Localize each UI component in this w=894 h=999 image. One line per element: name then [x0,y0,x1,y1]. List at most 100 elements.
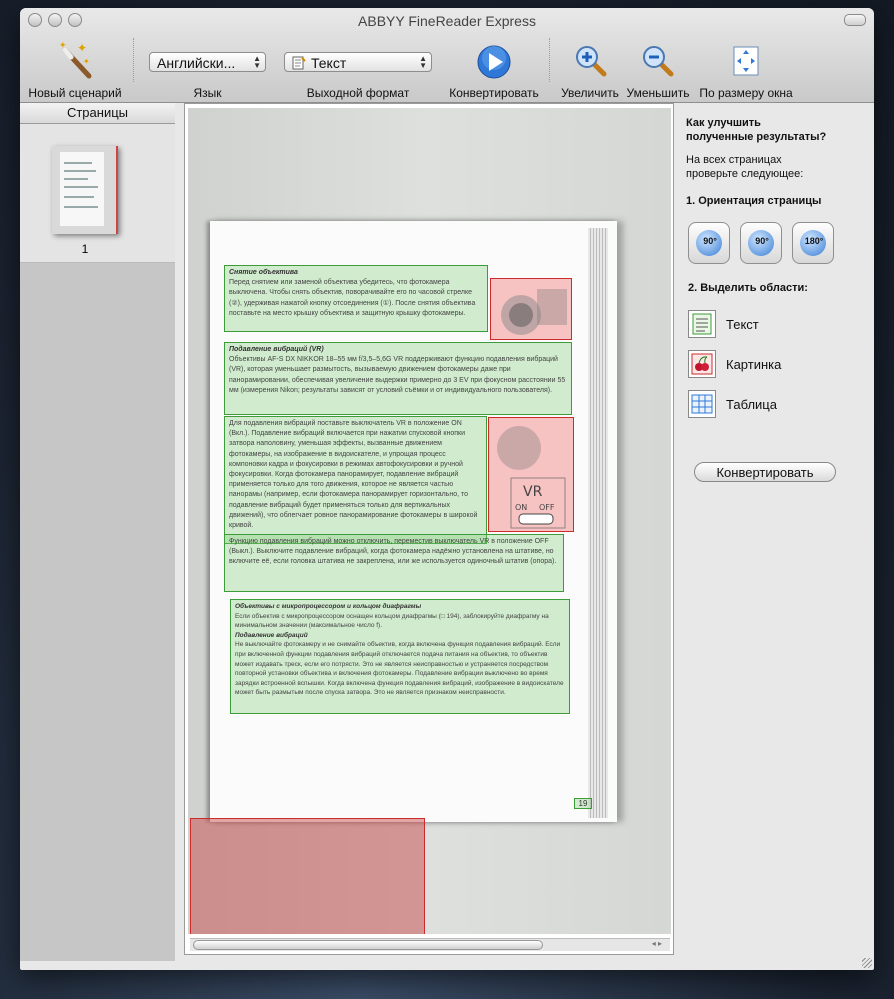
play-icon [477,45,511,79]
language-select[interactable]: Английски... ▲ ▼ [149,52,266,72]
toolbar: ABBYY FineReader Express ✦ ✦ ✦ Новый сце… [20,8,874,103]
rotate-right-button[interactable]: 90° [740,222,782,264]
app-window: ABBYY FineReader Express ✦ ✦ ✦ Новый сце… [20,8,874,970]
picture-zone[interactable] [190,818,425,934]
thumbnail-line [64,186,98,188]
fit-to-window-icon [733,46,759,76]
svg-text:✦: ✦ [59,41,67,51]
thumbnail-line [64,206,98,208]
zoom-in-button[interactable]: Увеличить [560,38,620,104]
chevron-updown-icon: ▲ ▼ [253,54,261,70]
page-number-zone[interactable]: 19 [574,798,592,809]
zoom-out-label: Уменьшить [626,86,690,100]
text-zone[interactable]: Для подавления вибраций поставьте выключ… [224,416,487,544]
toolbar-toggle-button[interactable] [844,14,866,26]
zone-paragraph: Если объектив с микропроцессором оснащен… [235,612,549,630]
picture-area-tool[interactable]: Картинка [686,350,846,380]
text-zone[interactable]: Подавление вибраций (VR) Объективы AF-S D… [224,342,572,415]
zone-paragraph: Перед снятием или заменой объектива убед… [229,279,476,317]
zone-text: Подавление вибраций (VR) Объективы AF-S D… [225,343,571,398]
picture-zone-selected[interactable] [490,278,572,340]
horizontal-scrollbar[interactable]: ◂ ▸ [190,938,670,951]
document-viewer[interactable]: Снятие объектива Перед снятием или замено… [184,103,674,955]
panel-intro-line2: проверьте следующее: [686,168,804,180]
zoom-out-icon [643,46,674,77]
new-scenario-label: Новый сценарий [28,86,122,100]
zone-heading: Подавление вибраций [235,631,308,639]
rotate-180-label: 180° [804,236,824,246]
svg-text:✦: ✦ [77,41,87,55]
convert-toolbar-button[interactable]: Конвертировать [447,38,541,104]
scroll-arrows-icon[interactable]: ◂ ▸ [652,939,662,948]
thumbnail-line [64,162,92,164]
page-edges [588,228,608,818]
fit-window-label: По размеру окна [699,86,793,100]
page-number-label: 1 [81,242,89,256]
language-value: Английски... [157,55,236,71]
vr-label: VR [523,484,543,500]
text-zone[interactable]: Снятие объектива Перед снятием или замено… [224,265,488,332]
convert-button[interactable]: Конвертировать [694,462,836,482]
magic-wand-icon: ✦ ✦ ✦ [59,41,92,79]
zoom-out-button[interactable]: Уменьшить [626,38,690,104]
thumbnail-page [60,152,104,226]
pages-sidebar: Страницы 1 [20,103,175,961]
picture-area-label: Картинка [726,357,782,372]
chevron-updown-icon: ▲ ▼ [419,54,427,70]
output-format-value: Текст [311,55,347,71]
help-panel: Как улучшить полученные результаты? На в… [686,103,874,961]
camera-lens-icon [501,289,567,335]
step-select-areas: 2. Выделить области: [688,282,808,294]
language-label: Язык [193,86,222,100]
zoom-in-label: Увеличить [561,86,619,100]
vr-on-label: ON [515,503,527,512]
document-icon [292,56,306,70]
panel-heading-line1: Как улучшить [686,117,761,129]
output-format-select[interactable]: Текст ▲ ▼ [284,52,432,72]
thumbnail-line [64,178,88,180]
output-format-label: Выходной формат [306,86,410,100]
zone-paragraph: Объективы AF-S DX NIKKOR 18–55 мм f/3,5–… [229,356,566,394]
table-area-label: Таблица [726,397,777,412]
rotate-right-label: 90° [755,236,769,246]
zone-paragraph: Не выключайте фотокамеру и не снимайте о… [235,641,564,697]
zone-heading: Подавление вибраций (VR) [229,346,324,353]
step-orientation: 1. Ориентация страницы [686,195,822,207]
panel-intro-line1: На всех страницах [686,154,782,166]
panel-heading-line2: полученные результаты? [686,131,827,143]
text-zone[interactable]: Функцию подавления вибраций можно отключ… [224,534,564,592]
thumbnail-line [64,170,96,172]
convert-toolbar-label: Конвертировать [449,86,539,100]
picture-area-icon [688,350,716,378]
rotate-left-button[interactable]: 90° [688,222,730,264]
page-thumbnail[interactable] [52,146,118,234]
scrollbar-thumb[interactable] [193,940,543,950]
page-thumbnail-item[interactable]: 1 [20,124,175,263]
zone-text: Объективы с микропроцессором и кольцом д… [231,600,569,700]
text-area-icon [688,310,716,338]
text-area-tool[interactable]: Текст [686,310,846,340]
zone-paragraph: Функцию подавления вибраций можно отключ… [229,538,557,566]
table-area-tool[interactable]: Таблица [686,390,846,420]
text-zone[interactable]: Объективы с микропроцессором и кольцом д… [230,599,570,714]
picture-zone[interactable]: VR ON OFF [488,417,574,532]
zone-heading: Объективы с микропроцессором и кольцом д… [235,603,422,610]
rotate-left-label: 90° [703,236,717,246]
toolbar-separator [133,38,135,82]
window-title: ABBYY FineReader Express [358,13,536,29]
text-area-label: Текст [726,317,759,332]
toolbar-separator [549,38,551,82]
zoom-in-icon [576,46,607,77]
new-scenario-button[interactable]: ✦ ✦ ✦ Новый сценарий [25,38,125,104]
zone-text: Снятие объектива Перед снятием или замено… [225,266,487,321]
fit-window-button[interactable]: По размеру окна [696,38,796,104]
svg-text:✦: ✦ [83,57,90,66]
vr-switch-icon: VR ON OFF [497,426,566,529]
vr-off-label: OFF [539,503,555,512]
resize-grip[interactable] [862,958,872,968]
pages-header: Страницы [20,103,175,124]
scanned-page: Снятие объектива Перед снятием или замено… [188,108,671,934]
rotate-180-button[interactable]: 180° [792,222,834,264]
zone-heading: Снятие объектива [229,269,298,276]
thumbnail-line [64,196,94,198]
